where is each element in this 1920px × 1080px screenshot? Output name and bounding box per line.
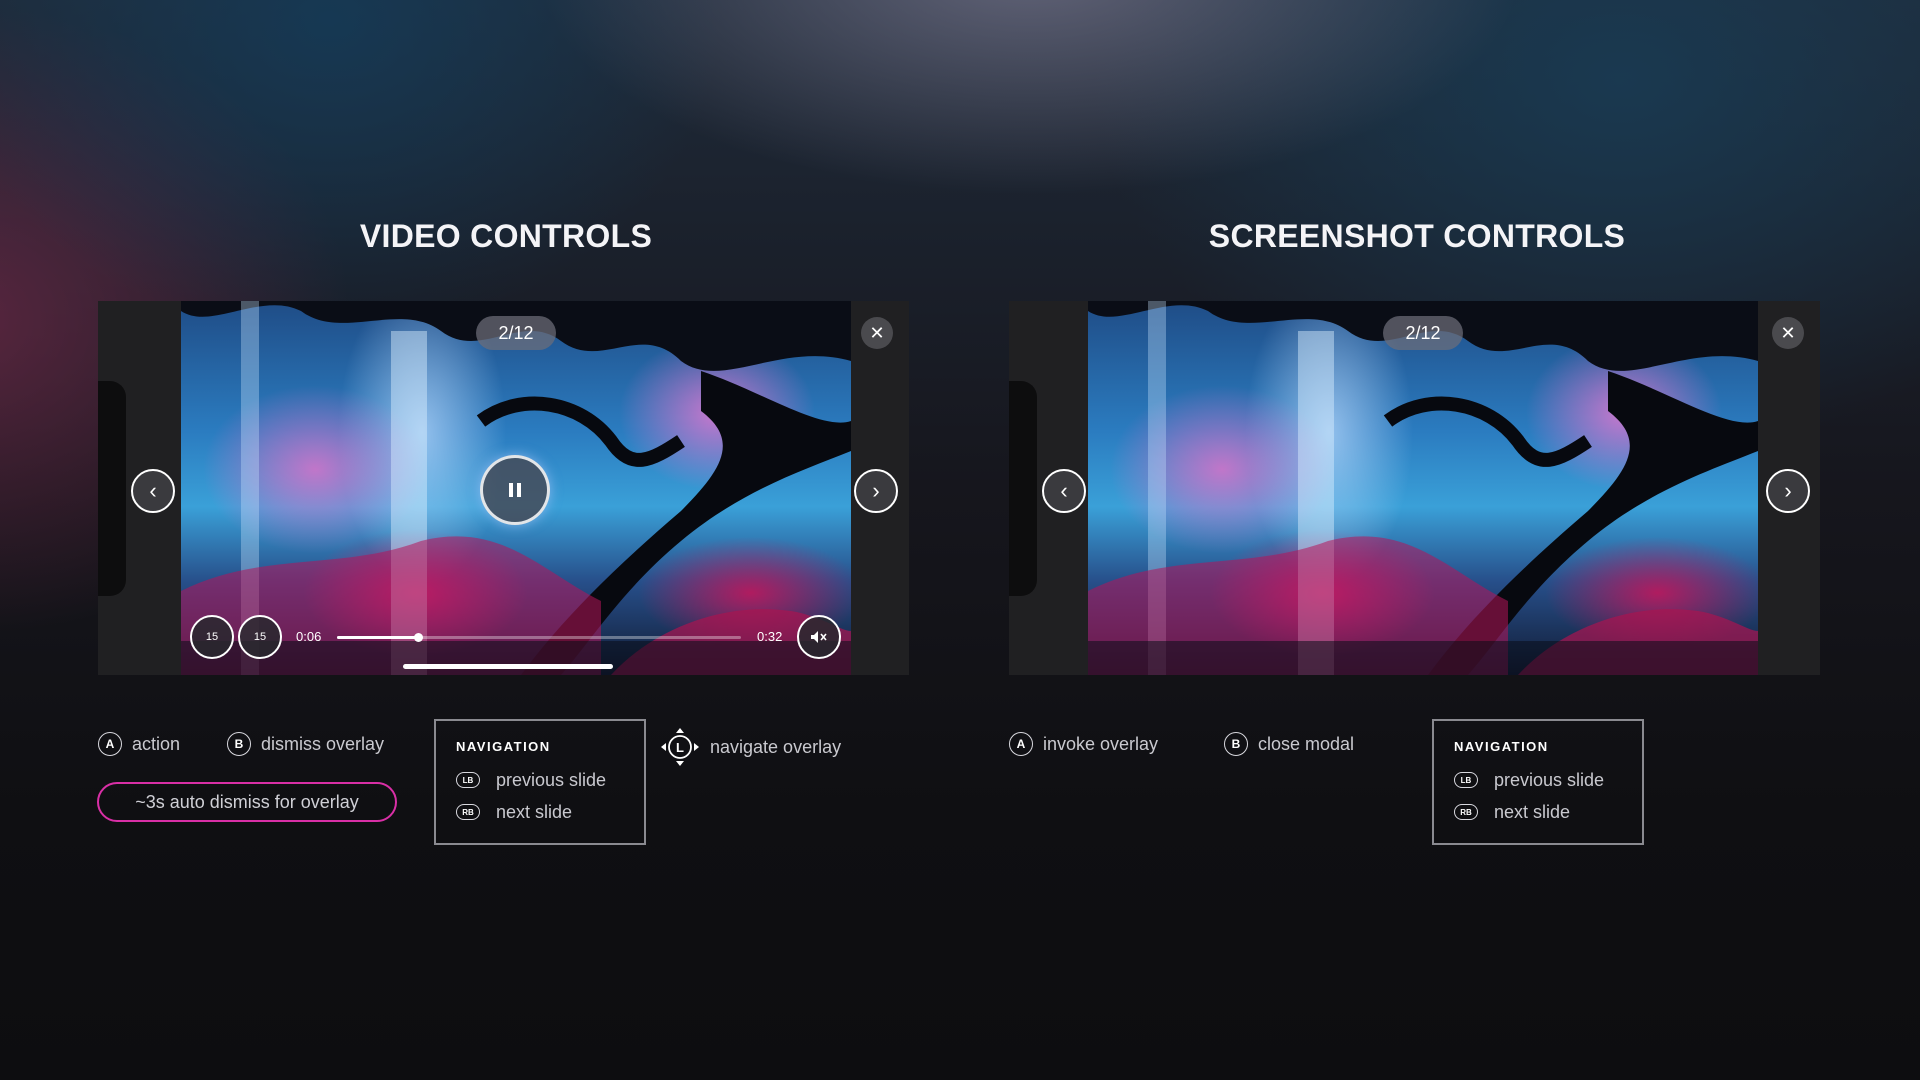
game-image <box>1088 301 1758 675</box>
side-tab <box>1009 381 1037 596</box>
navigation-heading: NAVIGATION <box>1454 739 1549 754</box>
forward-15-icon: 15 <box>253 631 267 643</box>
forward-15-button[interactable]: 15 <box>238 615 282 659</box>
navigation-heading: NAVIGATION <box>456 739 551 754</box>
nav-row-previous: LB previous slide <box>1454 764 1642 796</box>
legend-b: B dismiss overlay <box>227 732 384 756</box>
duration: 0:32 <box>757 629 783 644</box>
nav-previous-label: previous slide <box>1494 769 1605 790</box>
navigation-box: NAVIGATION LB previous slide RB next sli… <box>434 719 646 845</box>
progress-fill <box>337 636 418 639</box>
chevron-left-icon: ‹ <box>1060 478 1068 503</box>
next-slide-button[interactable]: › <box>1766 469 1810 513</box>
screenshot-viewer: 2/12 ✕ ‹ › <box>1009 301 1820 675</box>
previous-slide-button[interactable]: ‹ <box>1042 469 1086 513</box>
current-time: 0:06 <box>296 629 322 644</box>
legend-b-label: dismiss overlay <box>261 733 385 754</box>
legend-stick: L navigate overlay <box>660 727 841 767</box>
close-button[interactable]: ✕ <box>861 317 893 349</box>
a-button-icon: A <box>1009 732 1033 756</box>
close-button[interactable]: ✕ <box>1772 317 1804 349</box>
pause-icon <box>509 483 513 497</box>
legend-a-label: invoke overlay <box>1043 733 1159 754</box>
rewind-15-button[interactable]: 15 <box>190 615 234 659</box>
b-button-icon: B <box>1224 732 1248 756</box>
previous-slide-button[interactable]: ‹ <box>131 469 175 513</box>
mute-icon <box>811 631 827 643</box>
chevron-left-icon: ‹ <box>149 478 157 503</box>
legend-stick-label: navigate overlay <box>710 736 842 757</box>
nav-row-next: RB next slide <box>1454 796 1642 828</box>
mute-button[interactable] <box>797 615 841 659</box>
slide-counter: 2/12 <box>1383 316 1463 350</box>
close-icon: ✕ <box>1780 322 1796 343</box>
rb-bumper-icon: RB <box>456 804 480 820</box>
pause-button[interactable] <box>480 455 550 525</box>
nav-row-previous: LB previous slide <box>456 764 644 796</box>
game-art <box>1088 301 1758 675</box>
a-button-icon: A <box>98 732 122 756</box>
lb-bumper-icon: LB <box>1454 772 1478 788</box>
navigation-box: NAVIGATION LB previous slide RB next sli… <box>1432 719 1644 845</box>
video-viewer: 2/12 ✕ ‹ › 15 15 0:06 0:32 <box>98 301 909 675</box>
home-indicator <box>403 664 613 669</box>
left-stick-icon: L <box>660 727 700 767</box>
progress-knob[interactable] <box>413 633 423 642</box>
close-icon: ✕ <box>869 322 885 343</box>
legend-a-label: action <box>132 733 181 754</box>
nav-previous-label: previous slide <box>496 769 607 790</box>
chevron-right-icon: › <box>1784 478 1792 503</box>
rewind-15-icon: 15 <box>205 631 219 643</box>
auto-dismiss-note: ~3s auto dismiss for overlay <box>97 782 397 822</box>
screenshot-controls-title: SCREENSHOT CONTROLS <box>1208 218 1626 254</box>
rb-bumper-icon: RB <box>1454 804 1478 820</box>
side-tab <box>98 381 126 596</box>
video-controls-title: VIDEO CONTROLS <box>359 218 653 254</box>
legend-b-label: close modal <box>1258 733 1355 754</box>
nav-next-label: next slide <box>1494 801 1571 822</box>
next-slide-button[interactable]: › <box>854 469 898 513</box>
chevron-right-icon: › <box>872 478 880 503</box>
legend-a: A action <box>98 732 180 756</box>
progress-track[interactable] <box>337 633 741 642</box>
legend-a: A invoke overlay <box>1009 732 1158 756</box>
b-button-icon: B <box>227 732 251 756</box>
legend-b: B close modal <box>1224 732 1354 756</box>
nav-next-label: next slide <box>496 801 573 822</box>
nav-row-next: RB next slide <box>456 796 644 828</box>
lb-bumper-icon: LB <box>456 772 480 788</box>
slide-counter: 2/12 <box>476 316 556 350</box>
